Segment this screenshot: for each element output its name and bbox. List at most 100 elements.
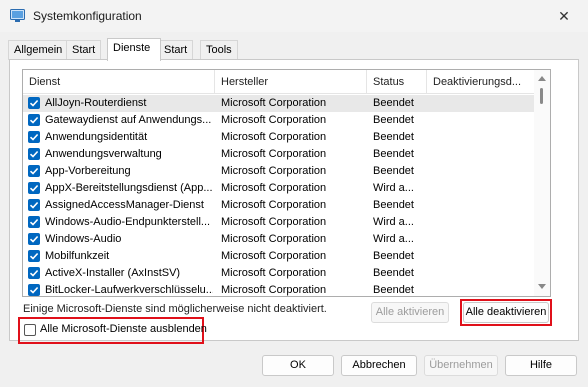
service-vendor: Microsoft Corporation <box>221 199 327 211</box>
service-vendor: Microsoft Corporation <box>221 97 327 109</box>
checkmark-icon <box>29 252 39 260</box>
service-checkbox[interactable] <box>28 216 40 228</box>
service-row[interactable]: AppX-Bereitstellungsdienst (App... Micros… <box>23 180 534 197</box>
service-row[interactable]: App-Vorbereitung Microsoft Corporation Bee… <box>23 163 534 180</box>
service-vendor: Microsoft Corporation <box>221 182 327 194</box>
service-row[interactable]: ActiveX-Installer (AxInstSV) Microsoft Co… <box>23 265 534 282</box>
service-name: App-Vorbereitung <box>45 165 131 177</box>
service-checkbox[interactable] <box>28 165 40 177</box>
close-icon[interactable]: ✕ <box>553 6 575 26</box>
service-name: BitLocker-Laufwerkverschlüsselu... <box>45 284 213 296</box>
service-status: Beendet <box>373 284 414 296</box>
service-name: AssignedAccessManager-Dienst <box>45 199 204 211</box>
service-vendor: Microsoft Corporation <box>221 267 327 279</box>
service-name: Windows-Audio <box>45 233 122 245</box>
service-vendor: Microsoft Corporation <box>221 165 327 177</box>
service-row[interactable]: Anwendungsverwaltung Microsoft Corporatio… <box>23 146 534 163</box>
service-status: Beendet <box>373 131 414 143</box>
service-checkbox[interactable] <box>28 148 40 160</box>
service-checkbox[interactable] <box>28 267 40 279</box>
service-checkbox[interactable] <box>28 284 40 296</box>
tab-tools[interactable]: Tools <box>200 40 238 60</box>
checkmark-icon <box>29 286 39 294</box>
service-name: Gatewaydienst auf Anwendungs... <box>45 114 212 126</box>
tab-dienste[interactable]: Dienste <box>107 38 161 61</box>
service-vendor: Microsoft Corporation <box>221 148 327 160</box>
service-status: Wird a... <box>373 182 414 194</box>
service-status: Beendet <box>373 97 414 109</box>
service-row[interactable]: Gatewaydienst auf Anwendungs... Microsoft… <box>23 112 534 129</box>
checkmark-icon <box>29 116 39 124</box>
help-button[interactable]: Hilfe <box>505 355 577 376</box>
checkmark-icon <box>29 235 39 243</box>
column-header-deaktivierungsdatum[interactable]: Deaktivierungsd... <box>427 70 534 94</box>
service-vendor: Microsoft Corporation <box>221 216 327 228</box>
service-vendor: Microsoft Corporation <box>221 131 327 143</box>
service-name: Anwendungsverwaltung <box>45 148 162 160</box>
service-name: Anwendungsidentität <box>45 131 148 143</box>
service-checkbox[interactable] <box>28 114 40 126</box>
service-row[interactable]: AllJoyn-Routerdienst Microsoft Corporatio… <box>23 95 534 112</box>
checkmark-icon <box>29 167 39 175</box>
service-checkbox[interactable] <box>28 182 40 194</box>
service-status: Beendet <box>373 114 414 126</box>
service-vendor: Microsoft Corporation <box>221 233 327 245</box>
service-checkbox[interactable] <box>28 250 40 262</box>
service-status: Wird a... <box>373 216 414 228</box>
service-status: Beendet <box>373 148 414 160</box>
service-vendor: Microsoft Corporation <box>221 114 327 126</box>
service-checkbox[interactable] <box>28 97 40 109</box>
service-status: Beendet <box>373 165 414 177</box>
hide-ms-services-highlight: Alle Microsoft-Dienste ausblenden <box>18 317 207 344</box>
hide-ms-services-checkbox[interactable] <box>24 324 36 336</box>
checkmark-icon <box>29 201 39 209</box>
service-name: ActiveX-Installer (AxInstSV) <box>45 267 181 279</box>
title-bar: Systemkonfiguration ✕ <box>0 0 588 32</box>
enable-all-button[interactable]: Alle aktivieren <box>371 302 449 323</box>
scroll-down-arrow-icon[interactable] <box>538 284 546 289</box>
ok-button[interactable]: OK <box>262 355 334 376</box>
services-list-header: Dienst Hersteller Status Deaktivierungsd… <box>23 70 534 94</box>
column-header-status[interactable]: Status <box>367 70 427 94</box>
apply-button[interactable]: Übernehmen <box>424 355 498 376</box>
scroll-up-arrow-icon[interactable] <box>538 76 546 81</box>
scrollbar-thumb[interactable] <box>540 88 543 104</box>
service-vendor: Microsoft Corporation <box>221 284 327 296</box>
service-row[interactable]: Mobilfunkzeit Microsoft Corporation Beende… <box>23 248 534 265</box>
checkmark-icon <box>29 133 39 141</box>
service-row[interactable]: Windows-Audio-Endpunkterstell... Microsof… <box>23 214 534 231</box>
service-name: AppX-Bereitstellungsdienst (App... <box>45 182 213 194</box>
service-name: Windows-Audio-Endpunkterstell... <box>45 216 211 228</box>
service-checkbox[interactable] <box>28 199 40 211</box>
service-status: Beendet <box>373 267 414 279</box>
disable-all-button[interactable]: Alle deaktivieren <box>463 302 549 323</box>
service-row[interactable]: BitLocker-Laufwerkverschlüsselu... Micros… <box>23 282 534 296</box>
service-name: AllJoyn-Routerdienst <box>45 97 147 109</box>
service-checkbox[interactable] <box>28 131 40 143</box>
hide-ms-services-label[interactable]: Alle Microsoft-Dienste ausblenden <box>40 323 207 335</box>
cancel-button[interactable]: Abbrechen <box>341 355 417 376</box>
service-status: Beendet <box>373 250 414 262</box>
service-row[interactable]: Windows-Audio Microsoft Corporation Wird a… <box>23 231 534 248</box>
services-scrollbar[interactable] <box>534 70 550 296</box>
checkmark-icon <box>29 150 39 158</box>
tab-allgemein[interactable]: Allgemein <box>8 40 69 60</box>
service-vendor: Microsoft Corporation <box>221 250 327 262</box>
checkmark-icon <box>29 99 39 107</box>
tab-start-2[interactable]: Start <box>158 40 194 60</box>
services-list[interactable]: Dienst Hersteller Status Deaktivierungsd… <box>22 69 551 297</box>
service-row[interactable]: Anwendungsidentität Microsoft Corporation… <box>23 129 534 146</box>
system-configuration-icon <box>10 9 25 22</box>
services-note: Einige Microsoft-Dienste sind möglicherw… <box>23 303 327 315</box>
service-checkbox[interactable] <box>28 233 40 245</box>
service-status: Beendet <box>373 199 414 211</box>
checkmark-icon <box>29 184 39 192</box>
column-header-hersteller[interactable]: Hersteller <box>215 70 367 94</box>
window-title: Systemkonfiguration <box>33 9 142 23</box>
service-name: Mobilfunkzeit <box>45 250 110 262</box>
column-header-dienst[interactable]: Dienst <box>23 70 215 94</box>
service-status: Wird a... <box>373 233 414 245</box>
checkmark-icon <box>29 218 39 226</box>
service-row[interactable]: AssignedAccessManager-Dienst Microsoft Co… <box>23 197 534 214</box>
tab-start[interactable]: Start <box>66 40 102 60</box>
